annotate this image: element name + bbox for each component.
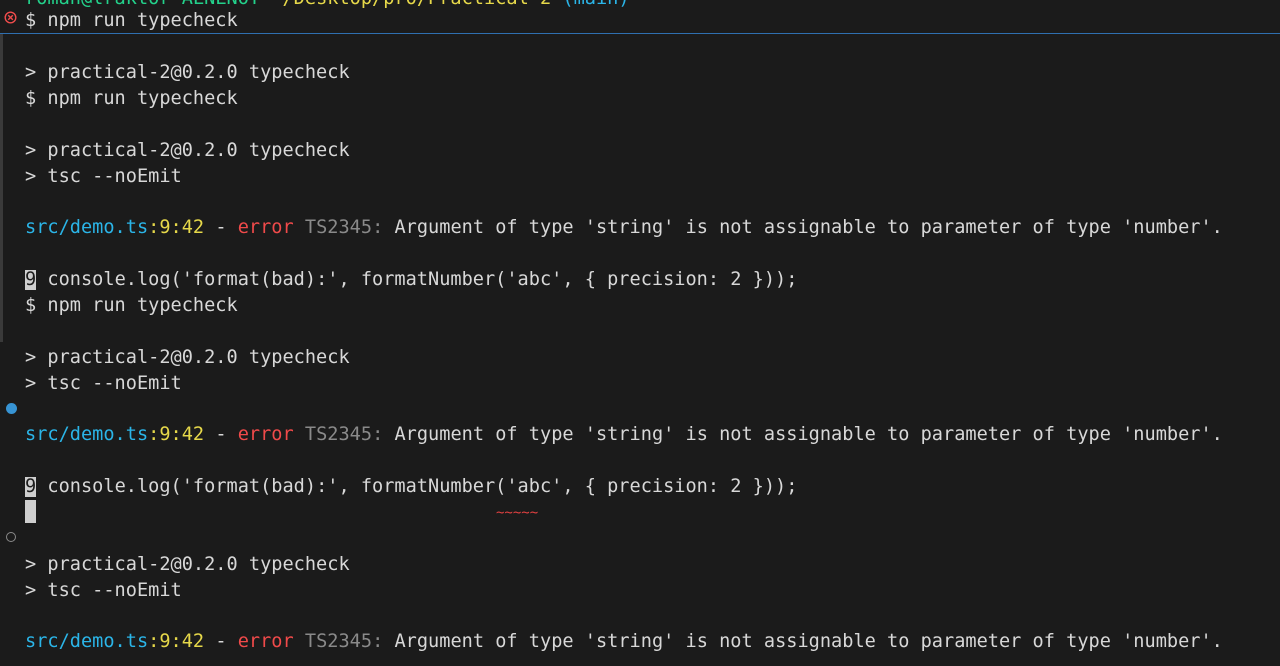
error-file: src/demo.ts	[25, 424, 149, 445]
terminal-cursor	[25, 500, 36, 523]
error-line: src/demo.ts:9:42 - error TS2345: Argumen…	[25, 422, 1223, 448]
error-code: TS2345:	[304, 217, 384, 238]
line-number: 9	[25, 269, 37, 290]
command-line: $ npm run typecheck	[25, 10, 238, 31]
error-code: TS2345:	[304, 424, 384, 445]
line-number: 9	[25, 476, 37, 497]
error-line: src/demo.ts:9:42 - error TS2345: Argumen…	[25, 629, 1223, 655]
error-sep: :	[148, 424, 160, 445]
output-line: > tsc --noEmit	[25, 580, 182, 601]
command-line: $ npm run typecheck	[25, 88, 238, 109]
command-line: $ npm run typecheck	[25, 295, 238, 316]
error-level: error	[237, 217, 294, 238]
output-line: > tsc --noEmit	[25, 373, 182, 394]
error-dash: -	[204, 424, 238, 445]
error-level: error	[237, 631, 294, 652]
output-line: > practical-2@0.2.0 typecheck	[25, 347, 350, 368]
error-location: 9:42	[159, 424, 205, 445]
source-code: console.log('format(bad):', formatNumber…	[36, 476, 798, 497]
error-file: src/demo.ts	[25, 217, 149, 238]
circle-x-icon[interactable]	[4, 11, 17, 24]
source-line: 9 console.log('format(bad):', formatNumb…	[25, 474, 797, 500]
error-location: 9:42	[159, 217, 205, 238]
command-gutter-bar	[0, 34, 3, 342]
filled-circle-icon[interactable]	[6, 403, 17, 414]
output-line: > practical-2@0.2.0 typecheck	[25, 554, 350, 575]
source-code: console.log('format(bad):', formatNumber…	[36, 269, 798, 290]
error-squiggle: ~~~~~	[496, 505, 539, 521]
error-line: src/demo.ts:9:42 - error TS2345: Argumen…	[25, 215, 1223, 241]
error-code: TS2345:	[304, 631, 384, 652]
prompt-path: ~/Desktop/pro/Practical-2	[271, 0, 551, 9]
error-message: Argument of type 'string' is not assigna…	[383, 217, 1223, 238]
hollow-circle-icon[interactable]	[6, 532, 16, 542]
terminal-panel[interactable]: roman@lraktor-ALNLNOT ~/Desktop/pro/Prac…	[0, 0, 1280, 666]
output-line: > practical-2@0.2.0 typecheck	[25, 140, 350, 161]
output-line: > practical-2@0.2.0 typecheck	[25, 62, 350, 83]
error-dash: -	[204, 217, 238, 238]
error-sep: :	[148, 631, 160, 652]
error-file: src/demo.ts	[25, 631, 149, 652]
prompt-branch: (main)	[562, 0, 629, 9]
error-sep: :	[148, 217, 160, 238]
error-dash: -	[204, 631, 238, 652]
error-message: Argument of type 'string' is not assigna…	[383, 631, 1223, 652]
error-level: error	[237, 424, 294, 445]
error-location: 9:42	[159, 631, 205, 652]
error-message: Argument of type 'string' is not assigna…	[383, 424, 1223, 445]
source-line: 9 console.log('format(bad):', formatNumb…	[25, 267, 797, 293]
output-line: > tsc --noEmit	[25, 166, 182, 187]
